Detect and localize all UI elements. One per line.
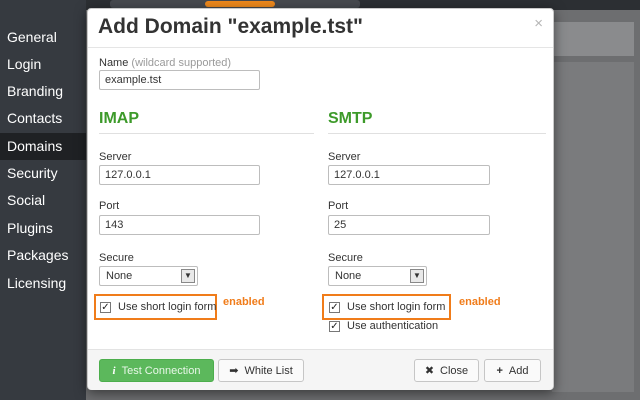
top-bar-redaction (205, 1, 275, 7)
imap-secure-select[interactable]: None ▼ (99, 266, 198, 286)
imap-section-title: IMAP (99, 110, 139, 127)
smtp-secure-value: None (335, 270, 362, 282)
imap-short-login-label: Use short login form (118, 301, 217, 313)
smtp-server-label: Server (328, 151, 361, 163)
sidebar-item-login[interactable]: Login (0, 51, 86, 78)
smtp-server-input[interactable]: 127.0.0.1 (328, 165, 490, 185)
modal-footer: i Test Connection ➡ White List ✖ Close +… (88, 349, 553, 390)
add-button[interactable]: + Add (484, 359, 541, 382)
imap-secure-value: None (106, 270, 133, 282)
imap-section-divider (99, 133, 314, 134)
sidebar-item-branding[interactable]: Branding (0, 78, 86, 105)
info-icon: i (112, 364, 116, 377)
imap-enabled-annotation: enabled (223, 296, 265, 308)
sidebar-item-packages[interactable]: Packages (0, 242, 86, 269)
sidebar-item-security[interactable]: Security (0, 160, 86, 187)
add-label: Add (508, 364, 529, 377)
imap-short-login-checkbox[interactable]: ✓ (100, 301, 111, 313)
imap-secure-label: Secure (99, 252, 134, 264)
test-connection-label: Test Connection (121, 364, 201, 377)
sidebar-item-contacts[interactable]: Contacts (0, 105, 86, 132)
sidebar: General Login Branding Contacts Domains … (0, 0, 86, 400)
name-label: Name (wildcard supported) (99, 57, 231, 69)
smtp-use-auth-row[interactable]: ✓ Use authentication (329, 320, 438, 332)
imap-server-input[interactable]: 127.0.0.1 (99, 165, 260, 185)
arrow-right-icon: ➡ (229, 365, 239, 377)
smtp-use-auth-label: Use authentication (347, 320, 439, 332)
name-hint: (wildcard supported) (131, 57, 232, 69)
chevron-down-icon[interactable]: ▼ (181, 269, 195, 283)
modal-title: Add Domain "example.tst" (98, 15, 363, 38)
smtp-secure-label: Secure (328, 252, 363, 264)
smtp-port-label: Port (328, 200, 349, 212)
sidebar-item-general[interactable]: General (0, 24, 86, 51)
name-label-text: Name (99, 57, 129, 69)
close-label: Close (440, 364, 469, 377)
name-input[interactable]: example.tst (99, 70, 260, 90)
imap-port-label: Port (99, 200, 120, 212)
close-icon: ✖ (424, 365, 435, 377)
test-connection-button[interactable]: i Test Connection (99, 359, 214, 382)
smtp-section-title: SMTP (328, 110, 373, 127)
smtp-section-divider (328, 133, 546, 134)
sidebar-item-domains[interactable]: Domains (0, 133, 86, 160)
smtp-short-login-label: Use short login form (347, 301, 446, 313)
smtp-enabled-annotation: enabled (459, 296, 501, 308)
chevron-down-icon[interactable]: ▼ (410, 269, 424, 283)
smtp-port-input[interactable]: 25 (328, 215, 490, 235)
background-panel (552, 22, 634, 56)
smtp-short-login-row[interactable]: ✓ Use short login form (329, 301, 445, 313)
imap-port-input[interactable]: 143 (99, 215, 260, 235)
close-icon[interactable]: × (534, 15, 543, 32)
header-divider (88, 47, 553, 48)
sidebar-item-licensing[interactable]: Licensing (0, 270, 86, 297)
sidebar-item-plugins[interactable]: Plugins (0, 215, 86, 242)
white-list-label: White List (244, 364, 293, 377)
smtp-short-login-checkbox[interactable]: ✓ (329, 301, 340, 313)
smtp-use-auth-checkbox[interactable]: ✓ (329, 320, 340, 332)
white-list-button[interactable]: ➡ White List (218, 359, 304, 382)
add-domain-modal: Add Domain "example.tst" × Name (wildcar… (87, 8, 554, 390)
imap-short-login-row[interactable]: ✓ Use short login form (100, 301, 216, 313)
imap-server-label: Server (99, 151, 132, 163)
close-button[interactable]: ✖ Close (414, 359, 479, 382)
background-panel-lower (552, 62, 634, 392)
plus-icon: + (496, 364, 503, 377)
sidebar-item-social[interactable]: Social (0, 187, 86, 214)
smtp-secure-select[interactable]: None ▼ (328, 266, 427, 286)
